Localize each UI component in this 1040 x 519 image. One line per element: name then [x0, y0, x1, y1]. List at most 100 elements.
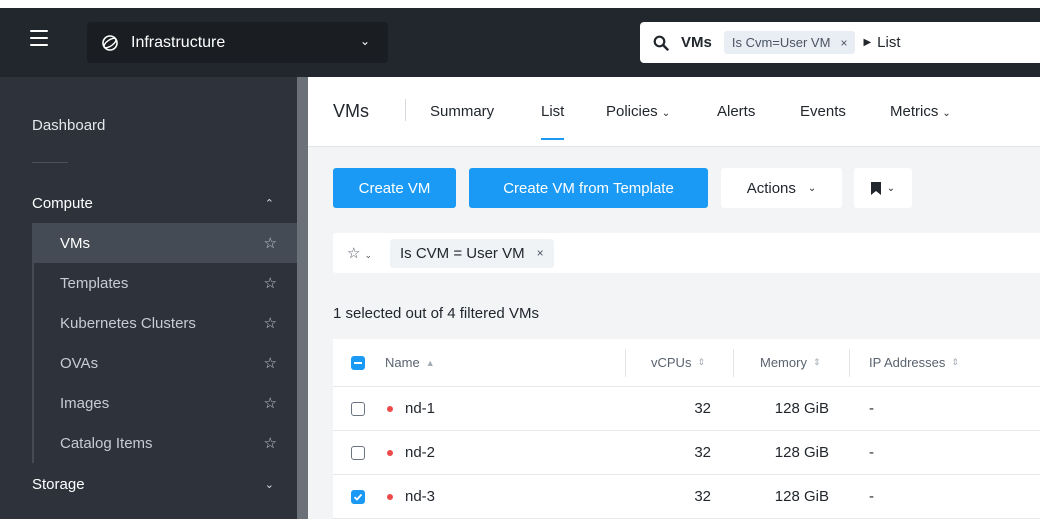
- search-view: List: [877, 34, 901, 51]
- sidebar-item-dashboard[interactable]: Dashboard: [32, 117, 105, 134]
- star-icon[interactable]: ☆: [264, 434, 277, 452]
- bookmark-icon: [870, 181, 881, 195]
- create-vm-from-template-button[interactable]: Create VM from Template: [469, 168, 708, 208]
- table-row[interactable]: nd-1 32 128 GiB -: [333, 387, 1040, 431]
- select-all-checkbox[interactable]: [351, 355, 365, 370]
- column-header-vcpus[interactable]: vCPUs ⇕: [625, 339, 733, 386]
- global-search[interactable]: VMs Is Cvm=User VM × ▶ List: [640, 22, 1040, 63]
- column-header-name[interactable]: Name ▲: [385, 339, 615, 386]
- memory-cell: 128 GiB: [774, 444, 829, 461]
- page-tabs: VMs Summary List Policies ⌄ Alerts Events…: [308, 77, 1040, 147]
- sidebar-item-label: Catalog Items: [60, 434, 153, 452]
- table-row[interactable]: nd-3 32 128 GiB -: [333, 475, 1040, 519]
- vm-name-link[interactable]: nd-3: [405, 488, 435, 505]
- infrastructure-icon: [102, 34, 118, 51]
- close-icon[interactable]: ×: [840, 36, 847, 50]
- actions-dropdown[interactable]: Actions ⌄: [721, 168, 842, 208]
- chevron-down-icon: ⌄: [886, 182, 896, 194]
- filter-chip-label: Is CVM = User VM: [400, 244, 525, 262]
- vcpus-cell: 32: [694, 400, 711, 417]
- sort-icon: ⇕: [697, 357, 705, 367]
- tab-policies[interactable]: Policies ⌄: [606, 103, 670, 120]
- star-icon[interactable]: ☆: [264, 234, 277, 252]
- tab-list[interactable]: List: [541, 103, 565, 140]
- tab-metrics[interactable]: Metrics ⌄: [890, 103, 951, 120]
- column-header-label: vCPUs: [651, 355, 692, 370]
- sidebar-item-kubernetes-clusters[interactable]: Kubernetes Clusters ☆: [32, 303, 297, 343]
- app-name: Infrastructure: [131, 33, 226, 51]
- check-icon: [353, 493, 363, 501]
- chevron-down-icon: ⌄: [942, 108, 951, 119]
- chevron-down-icon: ⌄: [364, 250, 372, 260]
- tab-summary[interactable]: Summary: [430, 103, 494, 120]
- chevron-down-icon: ⌄: [807, 182, 817, 194]
- sidebar-section-label: Storage: [32, 476, 85, 493]
- chevron-down-icon: ⌄: [661, 108, 671, 119]
- status-dot: [387, 449, 393, 456]
- star-icon[interactable]: ☆: [264, 354, 277, 372]
- vm-name-link[interactable]: nd-1: [405, 400, 435, 417]
- search-icon: [653, 35, 669, 51]
- table-row[interactable]: nd-2 32 128 GiB -: [333, 431, 1040, 475]
- sort-icon: ⇕: [812, 357, 821, 367]
- sidebar-section-compute[interactable]: Compute ⌃: [32, 195, 280, 212]
- star-icon[interactable]: ☆: [264, 314, 277, 332]
- top-header: Infrastructure ⌄ VMs Is Cvm=User VM × ▶ …: [0, 8, 1040, 77]
- sort-icon: ⇕: [951, 357, 959, 367]
- sidebar-item-label: Kubernetes Clusters: [60, 314, 196, 332]
- favorite-filters-button[interactable]: ☆ ⌄: [347, 244, 372, 262]
- ip-cell: -: [869, 400, 874, 417]
- tab-alerts[interactable]: Alerts: [717, 103, 755, 120]
- row-checkbox[interactable]: [351, 489, 365, 504]
- sidebar-item-ovas[interactable]: OVAs ☆: [32, 343, 297, 383]
- close-icon[interactable]: ×: [537, 246, 544, 260]
- sidebar-item-vms[interactable]: VMs ☆: [32, 223, 297, 263]
- create-vm-button[interactable]: Create VM: [333, 168, 456, 208]
- vcpus-cell: 32: [694, 444, 711, 461]
- sidebar-item-images[interactable]: Images ☆: [32, 383, 297, 423]
- memory-cell: 128 GiB: [774, 488, 829, 505]
- memory-cell: 128 GiB: [774, 400, 829, 417]
- vm-table: Name ▲ vCPUs ⇕ Memory ⇕ IP Addresses ⇕ nd-1 …: [333, 339, 1040, 519]
- tab-label: Metrics: [890, 103, 939, 120]
- sidebar-item-label: VMs: [60, 234, 90, 252]
- search-filter-chip-label: Is Cvm=User VM: [731, 35, 831, 50]
- menu-icon[interactable]: [30, 30, 48, 46]
- vm-name-link[interactable]: nd-2: [405, 444, 435, 461]
- page-title: VMs: [333, 101, 369, 121]
- row-checkbox[interactable]: [351, 401, 365, 416]
- status-dot: [387, 493, 393, 500]
- ip-cell: -: [869, 488, 874, 505]
- filter-chip[interactable]: Is CVM = User VM ×: [390, 238, 554, 268]
- tab-divider: [405, 99, 406, 121]
- column-header-ip-addresses[interactable]: IP Addresses ⇕: [849, 339, 1040, 386]
- selection-summary: 1 selected out of 4 filtered VMs: [333, 305, 539, 322]
- search-filter-chip[interactable]: Is Cvm=User VM ×: [723, 31, 856, 54]
- filter-bar: ☆ ⌄ Is CVM = User VM ×: [333, 233, 1040, 273]
- app-switcher[interactable]: Infrastructure ⌄: [87, 22, 388, 63]
- top-strip: [0, 0, 1040, 8]
- actions-label: Actions: [746, 179, 796, 197]
- star-icon[interactable]: ☆: [264, 394, 277, 412]
- column-header-memory[interactable]: Memory ⇕: [733, 339, 849, 386]
- bookmark-dropdown[interactable]: ⌄: [854, 168, 912, 208]
- sidebar-item-label: Templates: [60, 274, 129, 292]
- row-checkbox[interactable]: [351, 445, 365, 460]
- chevron-down-icon: ⌄: [359, 34, 370, 48]
- sidebar-section-storage[interactable]: Storage ⌄: [32, 476, 280, 493]
- scrollbar-thumb[interactable]: [297, 77, 308, 519]
- sidebar-divider: [32, 162, 68, 163]
- tab-events[interactable]: Events: [800, 103, 846, 120]
- chevron-up-icon: ⌃: [264, 198, 274, 210]
- vcpus-cell: 32: [694, 488, 711, 505]
- tab-label: Policies: [606, 103, 658, 120]
- sidebar-item-label: OVAs: [60, 354, 99, 372]
- column-header-label: Name: [385, 355, 420, 370]
- search-scope: VMs: [681, 34, 712, 51]
- sidebar-item-catalog-items[interactable]: Catalog Items ☆: [32, 423, 297, 463]
- caret-right-icon: ▶: [863, 37, 872, 48]
- star-icon[interactable]: ☆: [264, 274, 277, 292]
- sidebar-item-templates[interactable]: Templates ☆: [32, 263, 297, 303]
- sidebar-scrollbar[interactable]: [297, 77, 308, 519]
- chevron-down-icon: ⌄: [264, 479, 274, 491]
